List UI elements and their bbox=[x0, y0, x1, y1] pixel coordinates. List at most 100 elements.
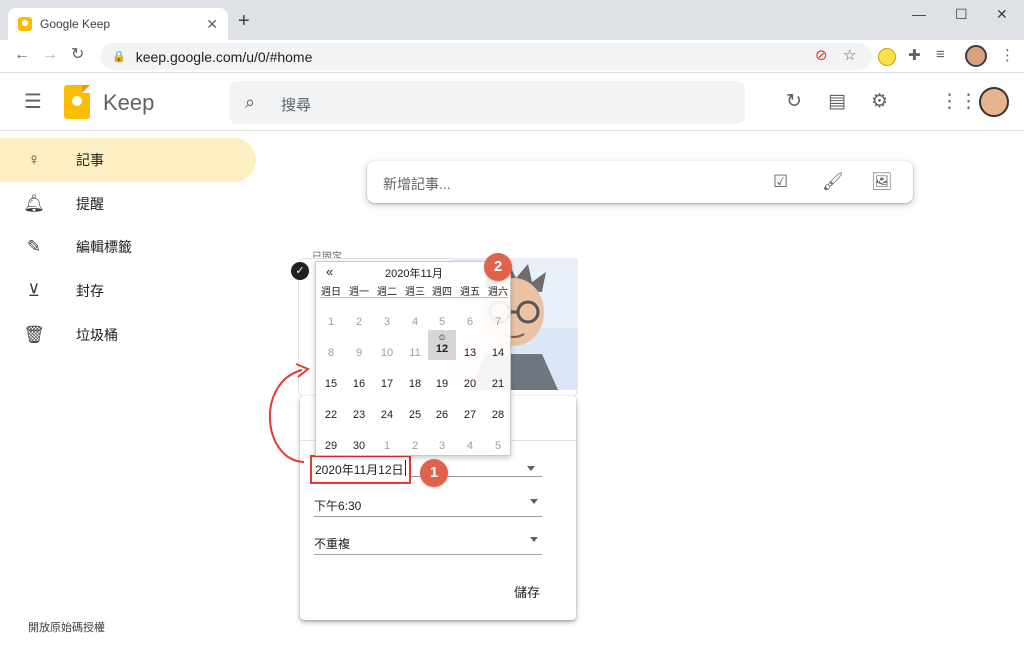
calendar-month-title: 2020年11月 bbox=[385, 268, 443, 280]
calendar-day[interactable]: 2 bbox=[401, 430, 429, 460]
calendar-day[interactable]: 29 bbox=[317, 430, 345, 460]
calendar-day[interactable]: 10 bbox=[373, 337, 401, 367]
select-note-check-icon[interactable]: ✓ bbox=[291, 262, 309, 280]
weekday-label: 週四 bbox=[432, 287, 452, 298]
calendar-day[interactable]: 14 bbox=[484, 337, 512, 367]
account-avatar[interactable] bbox=[979, 87, 1009, 117]
list-view-icon[interactable]: ▤ bbox=[828, 92, 846, 112]
calendar-day[interactable]: 27 bbox=[456, 399, 484, 429]
save-button[interactable]: 儲存 bbox=[514, 582, 540, 601]
annotation-arrow bbox=[268, 363, 310, 463]
clock-icon: ⏲ bbox=[438, 333, 446, 342]
browser-tab[interactable]: Google Keep ✕ bbox=[8, 8, 228, 40]
weekday-label: 週一 bbox=[349, 287, 369, 298]
calendar-day[interactable]: 17 bbox=[373, 368, 401, 398]
calendar-day[interactable]: 6 bbox=[456, 306, 484, 336]
calendar-day[interactable]: 11 bbox=[401, 337, 429, 367]
annotation-badge-2: 2 bbox=[484, 253, 512, 281]
sidebar-item-notes[interactable]: ♀ 記事 bbox=[0, 138, 256, 182]
browser-menu-icon[interactable]: ⋮ bbox=[1000, 46, 1015, 64]
weekday-label: 週五 bbox=[460, 287, 480, 298]
calendar-day[interactable]: 15 bbox=[317, 368, 345, 398]
time-select[interactable]: 下午6:30 bbox=[314, 493, 542, 517]
calendar-day[interactable]: 19 bbox=[428, 368, 456, 398]
date-value: 2020年11月12日 bbox=[315, 463, 404, 477]
sidebar-item-label: 編輯標籤 bbox=[76, 239, 132, 255]
sidebar-item-reminders[interactable]: 🔔︎ 提醒 bbox=[0, 182, 256, 226]
calendar-day[interactable]: 16 bbox=[345, 368, 373, 398]
calendar-day[interactable]: 20 bbox=[456, 368, 484, 398]
calendar-day[interactable]: 30 bbox=[345, 430, 373, 460]
calendar-day[interactable]: 13 bbox=[456, 337, 484, 367]
calendar-day[interactable]: 2 bbox=[345, 306, 373, 336]
search-icon[interactable]: ⌕ bbox=[245, 92, 255, 113]
sidebar-item-trash[interactable]: 🗑︎ 垃圾桶 bbox=[0, 313, 256, 357]
url-text: keep.google.com/u/0/#home bbox=[135, 48, 313, 65]
keep-logo-icon[interactable] bbox=[64, 85, 90, 119]
extensions-puzzle-icon[interactable]: ✚ bbox=[908, 46, 921, 64]
keep-header: ☰ Keep ⌕ 搜尋 ↻ ▤ ⚙ ⋮⋮ bbox=[0, 73, 1024, 131]
maximize-icon[interactable]: ☐ bbox=[955, 6, 968, 23]
calendar-day[interactable]: 8 bbox=[317, 337, 345, 367]
settings-gear-icon[interactable]: ⚙ bbox=[871, 92, 888, 112]
calendar-day[interactable]: 9 bbox=[345, 337, 373, 367]
calendar-day[interactable]: 24 bbox=[373, 399, 401, 429]
calendar-day[interactable]: 1 bbox=[373, 430, 401, 460]
take-note-placeholder: 新增記事... bbox=[383, 176, 451, 192]
chevron-down-icon[interactable] bbox=[527, 466, 535, 471]
new-tab-button[interactable]: + bbox=[238, 11, 250, 31]
text-cursor bbox=[405, 460, 406, 476]
calendar-day[interactable]: 3 bbox=[428, 430, 456, 460]
calendar-day-selected[interactable]: ⏲ 12 bbox=[428, 330, 456, 360]
calendar-day[interactable]: 22 bbox=[317, 399, 345, 429]
minimize-icon[interactable]: — bbox=[912, 6, 926, 22]
sidebar-item-label: 提醒 bbox=[76, 196, 104, 212]
weekday-label: 週二 bbox=[377, 287, 397, 298]
calendar-day[interactable]: 25 bbox=[401, 399, 429, 429]
calendar-day[interactable]: 23 bbox=[345, 399, 373, 429]
new-list-checkbox-icon[interactable]: ☑ bbox=[773, 172, 788, 192]
calendar-day[interactable]: 26 bbox=[428, 399, 456, 429]
browser-profile-avatar[interactable] bbox=[965, 45, 987, 67]
bookmark-star-icon[interactable]: ☆ bbox=[843, 46, 856, 64]
calendar-day[interactable]: 7 bbox=[484, 306, 512, 336]
extension-emoji-icon[interactable] bbox=[878, 48, 896, 66]
open-source-licenses-link[interactable]: 開放原始碼授權 bbox=[28, 619, 105, 635]
sidebar-item-edit-labels[interactable]: ✎ 編輯標籤 bbox=[0, 225, 256, 269]
selected-day-number: 12 bbox=[435, 343, 449, 355]
previous-month-button[interactable]: « bbox=[326, 264, 333, 279]
calendar-day[interactable]: 18 bbox=[401, 368, 429, 398]
calendar-day[interactable]: 5 bbox=[484, 430, 512, 460]
forward-icon[interactable]: → bbox=[42, 46, 58, 64]
new-drawing-brush-icon[interactable]: 🖌︎ bbox=[822, 172, 844, 192]
app-name[interactable]: Keep bbox=[103, 90, 154, 116]
reload-icon[interactable]: ↻ bbox=[71, 46, 84, 64]
address-bar[interactable]: 🔒 keep.google.com/u/0/#home bbox=[100, 43, 872, 70]
bell-icon: 🔔︎ bbox=[23, 194, 45, 213]
calendar-day[interactable]: 28 bbox=[484, 399, 512, 429]
tab-close-icon[interactable]: ✕ bbox=[206, 16, 218, 33]
media-queue-icon[interactable]: ≡ bbox=[936, 46, 945, 63]
time-value: 下午6:30 bbox=[314, 499, 362, 513]
new-image-icon[interactable]: 🖼︎ bbox=[871, 172, 893, 192]
back-icon[interactable]: ← bbox=[14, 46, 30, 64]
apps-grid-icon[interactable]: ⋮⋮ bbox=[940, 92, 978, 112]
take-note-bar[interactable]: 新增記事... ☑ 🖌︎ 🖼︎ bbox=[367, 161, 913, 203]
main-menu-icon[interactable]: ☰ bbox=[24, 92, 42, 112]
calendar-day[interactable]: 1 bbox=[317, 306, 345, 336]
window-close-icon[interactable]: ✕ bbox=[996, 6, 1008, 23]
trash-icon: 🗑︎ bbox=[23, 325, 45, 344]
location-blocked-icon[interactable]: ⊘ bbox=[815, 46, 828, 64]
repeat-select[interactable]: 不重複 bbox=[314, 531, 542, 555]
refresh-icon[interactable]: ↻ bbox=[786, 92, 802, 112]
calendar-day[interactable]: 3 bbox=[373, 306, 401, 336]
sidebar-item-archive[interactable]: ⊻ 封存 bbox=[0, 269, 256, 313]
chevron-down-icon bbox=[530, 499, 538, 504]
search-input[interactable]: ⌕ 搜尋 bbox=[229, 81, 745, 124]
weekday-divider bbox=[320, 297, 508, 298]
calendar-day[interactable]: 21 bbox=[484, 368, 512, 398]
calendar-day[interactable]: 4 bbox=[401, 306, 429, 336]
search-placeholder: 搜尋 bbox=[281, 97, 312, 114]
calendar-day[interactable]: 4 bbox=[456, 430, 484, 460]
browser-toolbar: ← → ↻ 🔒 keep.google.com/u/0/#home ⊘ ☆ ✚ … bbox=[0, 40, 1024, 73]
